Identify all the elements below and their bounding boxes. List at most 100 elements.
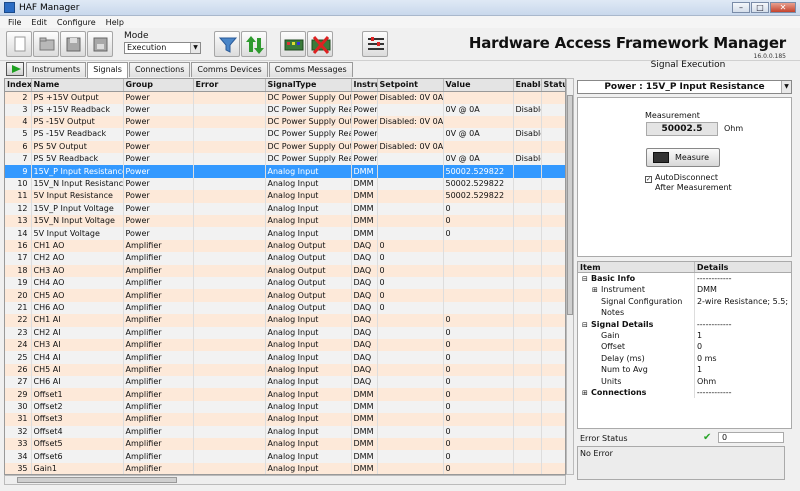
table-row[interactable]: 20 CH5 AO Amplifier Analog Output DAQ 0	[5, 289, 565, 302]
table-cell[interactable]: Offset4	[31, 425, 124, 439]
table-cell[interactable]: Analog Input	[265, 326, 352, 339]
tree-row[interactable]: Offset 0	[578, 341, 791, 353]
table-cell[interactable]: 50002.529822	[443, 165, 514, 178]
new-file-button[interactable]	[6, 31, 32, 57]
table-cell[interactable]: Analog Input	[265, 450, 352, 463]
table-cell[interactable]: CH2 AO	[31, 252, 124, 265]
table-row[interactable]: 4PS -15V OutputPowerDC Power Supply Outp…	[5, 115, 565, 129]
table-row[interactable]: 6PS 5V OutputPowerDC Power Supply Output…	[5, 140, 565, 154]
tree-row[interactable]: Units Ohm	[578, 375, 791, 387]
table-cell[interactable]: Offset6	[31, 450, 124, 463]
table-cell[interactable]: DC Power Supply Output	[265, 140, 352, 154]
table-cell[interactable]	[513, 438, 542, 451]
table-cell[interactable]: CH1 AO	[31, 239, 124, 253]
table-cell[interactable]: Power	[123, 202, 194, 216]
table-row[interactable]: 25 CH4 AI Amplifier Analog Input DAQ 0	[5, 351, 565, 364]
table-cell[interactable]	[377, 326, 444, 339]
table-cell[interactable]	[193, 301, 266, 315]
table-cell[interactable]: Amplifier	[123, 338, 194, 352]
table-cell[interactable]: 11	[5, 190, 32, 203]
table-cell[interactable]: 0	[443, 326, 514, 339]
table-cell[interactable]	[541, 153, 565, 166]
table-cell[interactable]	[513, 462, 542, 474]
table-cell[interactable]	[377, 202, 444, 216]
tree-row[interactable]: ⊟ Basic Info ------------	[578, 273, 791, 285]
table-cell[interactable]: PS +15V Readback	[31, 103, 124, 116]
table-cell[interactable]: Offset1	[31, 388, 124, 401]
table-cell[interactable]	[513, 400, 542, 414]
table-cell[interactable]: 5	[5, 128, 32, 141]
table-cell[interactable]: DAQ	[351, 363, 378, 377]
table-cell[interactable]	[193, 177, 266, 191]
table-cell[interactable]	[377, 215, 444, 228]
table-cell[interactable]: DAQ	[351, 264, 378, 277]
table-cell[interactable]	[513, 190, 542, 203]
table-cell[interactable]	[541, 115, 565, 129]
table-cell[interactable]: 4	[5, 115, 32, 129]
table-cell[interactable]: Power	[123, 140, 194, 154]
table-cell[interactable]: DC Power Supply Readback	[265, 128, 352, 141]
column-header[interactable]: Error	[193, 79, 266, 92]
table-cell[interactable]	[193, 91, 266, 104]
signal-details-tree[interactable]: Item Details ⊟ Basic Info ------------ ⊞ Ins…	[577, 261, 792, 429]
table-row[interactable]: 14 5V Input Voltage Power Analog Input DMM 0	[5, 227, 565, 240]
table-cell[interactable]	[541, 326, 565, 339]
table-row[interactable]: 27 CH6 AI Amplifier Analog Input DAQ 0	[5, 376, 565, 389]
table-cell[interactable]: DAQ	[351, 338, 378, 352]
table-cell[interactable]	[513, 165, 542, 178]
table-row[interactable]: 9 15V_P Input Resistance Power Analog Input…	[5, 165, 565, 178]
table-cell[interactable]: Analog Input	[265, 202, 352, 216]
table-cell[interactable]: Analog Input	[265, 165, 352, 178]
table-cell[interactable]: CH5 AO	[31, 289, 124, 302]
table-cell[interactable]	[443, 140, 514, 154]
table-cell[interactable]	[193, 140, 266, 154]
table-cell[interactable]: Offset3	[31, 413, 124, 426]
table-cell[interactable]: CH6 AO	[31, 301, 124, 315]
table-cell[interactable]	[513, 326, 542, 339]
table-cell[interactable]: CH5 AI	[31, 363, 124, 377]
table-cell[interactable]: Offset5	[31, 438, 124, 451]
table-cell[interactable]: 21	[5, 301, 32, 315]
table-cell[interactable]: 7	[5, 153, 32, 166]
table-cell[interactable]: DAQ	[351, 276, 378, 290]
list-settings-button[interactable]	[362, 31, 388, 57]
tree-row[interactable]: Gain 1	[578, 329, 791, 342]
table-cell[interactable]: 0	[377, 264, 444, 277]
table-cell[interactable]: 0	[443, 400, 514, 414]
column-header[interactable]: Enabled	[513, 79, 542, 92]
tree-row[interactable]: ⊞ Instrument DMM	[578, 284, 791, 296]
table-cell[interactable]: 0	[443, 363, 514, 377]
table-cell[interactable]: CH6 AI	[31, 376, 124, 389]
table-cell[interactable]: Disabled	[513, 153, 542, 166]
table-cell[interactable]: 0	[443, 314, 514, 327]
table-cell[interactable]	[193, 314, 266, 327]
close-button[interactable]: ✕	[770, 2, 796, 13]
table-cell[interactable]: 0	[377, 252, 444, 265]
table-row[interactable]: 12 15V_P Input Voltage Power Analog Input DM…	[5, 202, 565, 216]
table-cell[interactable]: Amplifier	[123, 314, 194, 327]
table-cell[interactable]: DMM	[351, 438, 378, 451]
table-cell[interactable]: Gain1	[31, 462, 124, 474]
table-cell[interactable]	[377, 351, 444, 364]
tree-expander-icon[interactable]: ⊞	[582, 388, 591, 398]
table-cell[interactable]	[541, 190, 565, 203]
table-cell[interactable]	[377, 425, 444, 439]
table-cell[interactable]: 30	[5, 400, 32, 414]
table-cell[interactable]	[443, 289, 514, 302]
table-cell[interactable]	[513, 289, 542, 302]
table-cell[interactable]: Analog Output	[265, 276, 352, 290]
table-cell[interactable]	[193, 400, 266, 414]
table-cell[interactable]	[193, 239, 266, 253]
tab-comms-devices[interactable]: Comms Devices	[191, 62, 268, 77]
table-cell[interactable]: DMM	[351, 215, 378, 228]
table-cell[interactable]	[193, 165, 266, 178]
table-cell[interactable]: Amplifier	[123, 462, 194, 474]
table-cell[interactable]: Disabled: 0V 0A	[377, 115, 444, 129]
table-cell[interactable]	[541, 388, 565, 401]
table-cell[interactable]: PS -15V Readback	[31, 128, 124, 141]
table-cell[interactable]: Amplifier	[123, 326, 194, 339]
column-header[interactable]: Status	[541, 79, 565, 92]
table-cell[interactable]	[193, 351, 266, 364]
table-row[interactable]: 18 CH3 AO Amplifier Analog Output DAQ 0	[5, 264, 565, 277]
table-cell[interactable]	[513, 376, 542, 389]
